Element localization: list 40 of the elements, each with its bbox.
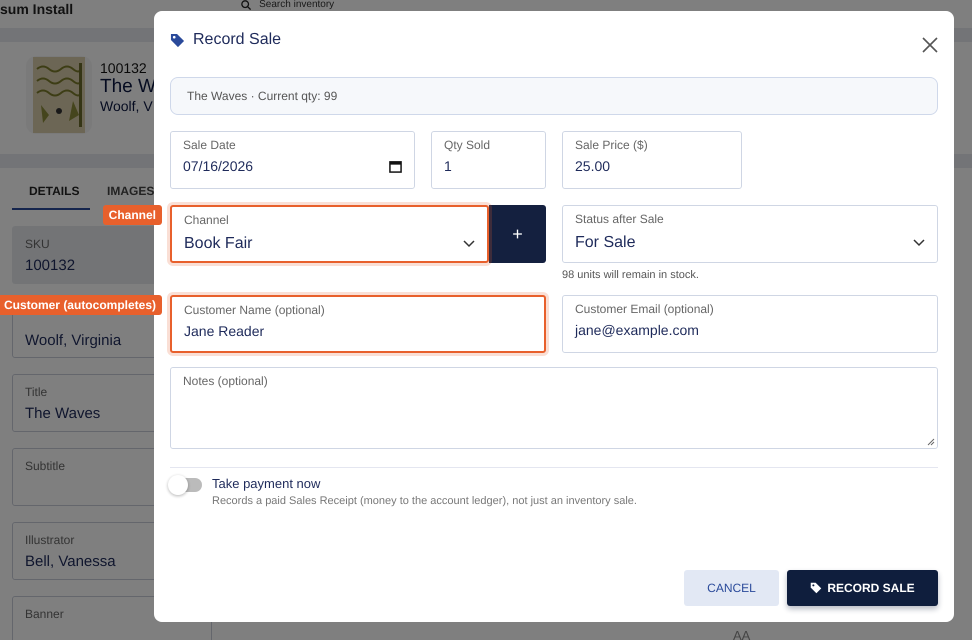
callout-label: Customer (autocompletes) [0,295,162,315]
search-placeholder[interactable]: Search inventory [259,0,334,10]
chevron-down-icon [913,239,925,247]
font-size-icon: AA [733,628,750,640]
toggle-description: Records a paid Sales Receipt (money to the account ledger), not just an inventory sale. [212,495,637,507]
field-label: Illustrator [25,533,74,547]
status-select[interactable]: Status after Sale For Sale [562,205,938,263]
calendar-icon [389,160,402,172]
tab[interactable]: DETAILS [12,174,90,210]
field-value: 100132 [25,257,76,274]
toggle-switch[interactable] [170,478,202,492]
field-value: The Waves [25,405,100,422]
tag-icon [810,582,822,594]
chevron-down-icon [463,240,475,248]
field-label: Subtitle [25,459,66,473]
field-label: Banner [25,607,64,621]
field-label: Title [25,385,48,399]
close-button[interactable] [922,36,938,56]
item-sku: 100132 [100,60,148,76]
toggle-label: Take payment now [212,476,322,491]
date-field[interactable]: Sale Date 07/16/2026 [170,131,415,189]
cancel-button[interactable]: CANCEL [684,570,779,606]
search-icon [241,0,252,10]
app-name: sum Install [0,1,74,17]
stock-hint: 98 units will remain in stock. [562,269,700,281]
field-value: Woolf, Virginia [25,332,122,349]
item-author: Woolf, V [100,98,154,114]
price-field[interactable]: Sale Price ($) 25.00 [562,131,742,189]
tag-icon [170,32,185,48]
field-value: Bell, Vanessa [25,553,116,570]
summary-text: The Waves · Current qty: 99 [187,89,338,103]
callout-label: Channel [102,205,162,225]
customer-email-field[interactable]: Customer Email (optional) jane@example.com [562,295,938,353]
quantity-field[interactable]: Qty Sold 1 [431,131,546,189]
dialog-title: Record Sale [193,31,282,49]
field-label: SKU [25,237,50,251]
resize-grip-icon [927,438,935,446]
record-sale-button[interactable]: RECORD SALE [787,570,938,606]
notes-field[interactable]: Notes (optional) [170,367,938,449]
add-channel-button[interactable]: + [489,205,546,263]
